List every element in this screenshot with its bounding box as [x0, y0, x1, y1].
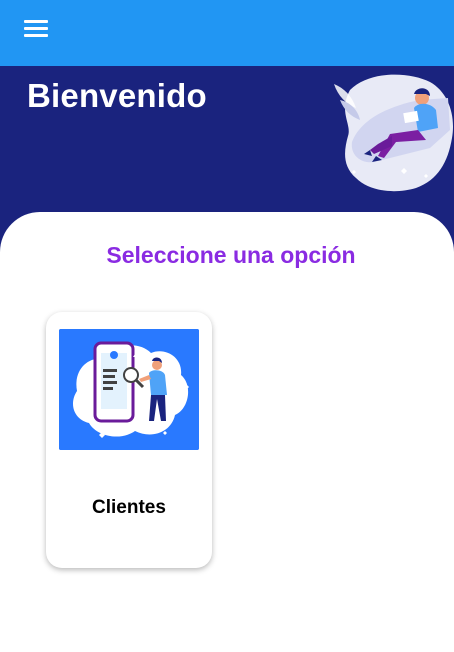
clients-search-illustration [59, 329, 199, 450]
menu-line [24, 27, 48, 30]
app-bar [0, 0, 454, 66]
option-label: Clientes [92, 497, 166, 518]
menu-line [24, 20, 48, 23]
options-heading: Seleccione una opción [106, 242, 356, 268]
hamburger-menu-icon[interactable] [14, 13, 54, 43]
welcome-title: Bienvenido [27, 77, 207, 114]
person-reading-illustration [334, 74, 454, 192]
menu-line [24, 34, 48, 37]
option-card-clientes[interactable]: Clientes [46, 312, 212, 568]
clients-image [59, 329, 199, 450]
